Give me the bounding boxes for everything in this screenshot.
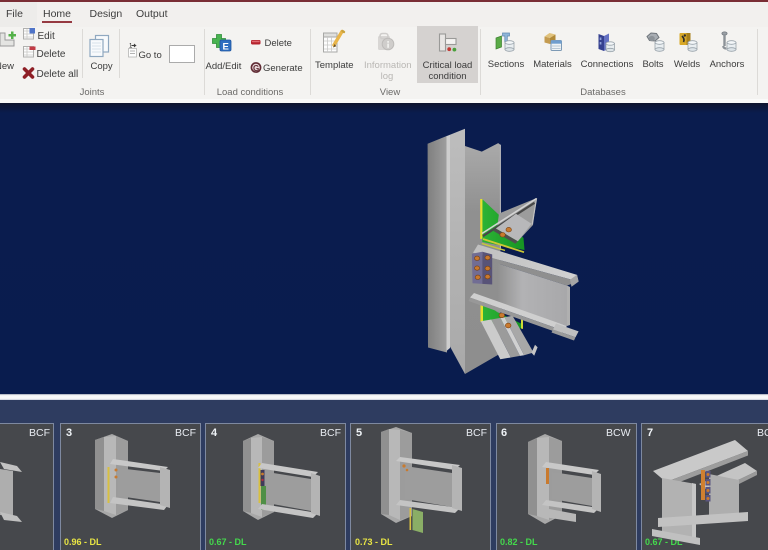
- svg-text:E: E: [223, 42, 229, 53]
- svg-text:G: G: [253, 64, 259, 73]
